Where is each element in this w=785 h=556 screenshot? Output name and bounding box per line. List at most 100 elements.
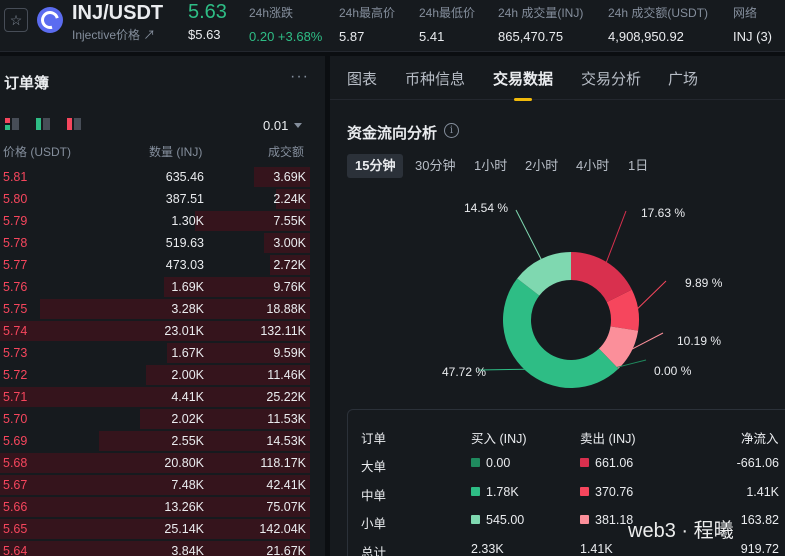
table-header: 净流入 — [741, 432, 779, 446]
chevron-down-icon[interactable] — [294, 123, 302, 128]
precision-select[interactable]: 0.01 — [263, 118, 288, 133]
fund-flow-donut-chart — [477, 209, 667, 389]
stat-label: 24h最高价 — [339, 6, 396, 20]
interval-1d[interactable]: 1日 — [620, 154, 656, 178]
orderbook-title: 订单簿 — [4, 75, 50, 92]
injective-logo-icon — [37, 7, 63, 33]
ask-quantity: 23.01K — [164, 324, 204, 338]
interval-15m[interactable]: 15分钟 — [347, 154, 404, 178]
net-value: 1.41K — [746, 485, 779, 499]
stat-value: 865,470.75 — [498, 29, 564, 44]
orderbook-row[interactable]: 5.79 1.30K 7.55K — [0, 210, 310, 232]
ask-quantity: 3.84K — [171, 544, 204, 556]
slice-label: 10.19 % — [677, 334, 722, 348]
ask-quantity: 1.30K — [171, 214, 204, 228]
orderbook-row[interactable]: 5.68 20.80K 118.17K — [0, 452, 310, 474]
ask-quantity: 7.48K — [171, 478, 204, 492]
stat-24h-change: 24h涨跌 0.20 +3.68% — [249, 4, 322, 44]
ask-total: 11.46K — [267, 368, 306, 382]
ask-price: 5.67 — [3, 478, 28, 492]
sell-value: 370.76 — [580, 485, 633, 499]
interval-4h[interactable]: 4小时 — [568, 154, 617, 178]
sell-value-text: 661.06 — [595, 456, 634, 470]
ask-price: 5.73 — [3, 346, 28, 360]
token-name-link[interactable]: Injective价格 ↗ — [72, 26, 155, 43]
tab-bar: 图表 币种信息 交易数据 交易分析 广场 — [330, 56, 785, 101]
slice-label: 17.63 % — [641, 206, 686, 220]
more-options-icon[interactable]: ··· — [290, 68, 309, 86]
row-label-text: 中单 — [361, 488, 387, 503]
row-label-text: 小单 — [361, 517, 387, 531]
orderbook-row[interactable]: 5.71 4.41K 25.22K — [0, 386, 310, 408]
ask-total: 142.04K — [259, 522, 306, 536]
tab-trade-data[interactable]: 交易数据 — [493, 68, 553, 89]
orderbook-row[interactable]: 5.81 635.46 3.69K — [0, 166, 310, 188]
orderbook-row[interactable]: 5.70 2.02K 11.53K — [0, 408, 310, 430]
orderbook-row[interactable]: 5.69 2.55K 14.53K — [0, 430, 310, 452]
last-price-usd: $5.63 — [188, 27, 221, 42]
orderbook-row[interactable]: 5.64 3.84K 21.67K — [0, 540, 310, 556]
stat-24h-turnover: 24h 成交额(USDT) 4,908,950.92 — [608, 4, 708, 44]
view-asks-icon[interactable] — [67, 118, 81, 130]
orderbook-row[interactable]: 5.66 13.26K 75.07K — [0, 496, 310, 518]
buy-value-text: 1.78K — [486, 484, 519, 499]
orderbook-row[interactable]: 5.67 7.48K 42.41K — [0, 474, 310, 496]
ask-price: 5.68 — [3, 456, 28, 470]
ask-price: 5.69 — [3, 434, 28, 448]
interval-2h[interactable]: 2小时 — [517, 154, 566, 178]
ask-quantity: 20.80K — [164, 456, 204, 470]
orderbook-row[interactable]: 5.76 1.69K 9.76K — [0, 276, 310, 298]
buy-value: 2.33K — [471, 542, 504, 556]
ask-total: 2.24K — [273, 192, 306, 206]
table-header: 买入 (INJ) — [471, 432, 527, 446]
orderbook-row[interactable]: 5.72 2.00K 11.46K — [0, 364, 310, 386]
stat-24h-high: 24h最高价 5.87 — [339, 4, 395, 44]
tab-chart[interactable]: 图表 — [347, 68, 377, 89]
stat-24h-volume: 24h 成交量(INJ) 865,470.75 — [498, 4, 583, 44]
orderbook-row[interactable]: 5.75 3.28K 18.88K — [0, 298, 310, 320]
tab-square[interactable]: 广场 — [668, 68, 698, 89]
tab-coin-info[interactable]: 币种信息 — [405, 68, 465, 89]
buy-value: 0.00 — [471, 456, 510, 470]
net-value: 919.72 — [741, 542, 779, 556]
stat-label: 24h涨跌 — [249, 6, 294, 20]
orderbook-row[interactable]: 5.77 473.03 2.72K — [0, 254, 310, 276]
ask-total: 3.00K — [273, 236, 306, 250]
net-value-text: 919.72 — [740, 541, 779, 556]
tab-trade-analysis[interactable]: 交易分析 — [581, 68, 641, 89]
buy-value-text: 545.00 — [486, 513, 525, 527]
orderbook-panel: 订单簿 ··· 0.01 价格 (USDT) 数量 (INJ) 成交额 5.81… — [0, 56, 325, 556]
orderbook-row[interactable]: 5.74 23.01K 132.11K — [0, 320, 310, 342]
orderbook-row[interactable]: 5.73 1.67K 9.59K — [0, 342, 310, 364]
table-header: 卖出 (INJ) — [580, 432, 636, 446]
sell-value: 381.18 — [580, 513, 633, 527]
row-label-text: 总计 — [361, 545, 387, 556]
ask-price: 5.74 — [3, 324, 28, 338]
interval-1h[interactable]: 1小时 — [466, 154, 515, 178]
orderbook-row[interactable]: 5.78 519.63 3.00K — [0, 232, 310, 254]
ask-price: 5.78 — [3, 236, 28, 250]
ask-quantity: 25.14K — [164, 522, 204, 536]
orderbook-row[interactable]: 5.65 25.14K 142.04K — [0, 518, 310, 540]
view-bids-icon[interactable] — [36, 118, 50, 130]
row-label: 中单 — [361, 485, 386, 504]
stat-network[interactable]: 网络 INJ (3) — [733, 4, 772, 44]
interval-30m[interactable]: 30分钟 — [407, 154, 463, 178]
table-header: 订单 — [361, 432, 387, 446]
pair-title[interactable]: INJ/USDT — [72, 2, 163, 25]
favorite-star-icon[interactable]: ☆ — [4, 8, 28, 32]
stat-value: 5.87 — [339, 29, 365, 44]
slice-label: 0.00 % — [654, 364, 692, 378]
legend-square-icon — [580, 515, 589, 524]
info-icon[interactable]: i — [444, 123, 459, 138]
ask-quantity: 2.55K — [171, 434, 204, 448]
ask-quantity: 4.41K — [171, 390, 204, 404]
ask-quantity: 473.03 — [165, 258, 204, 272]
ask-total: 9.76K — [273, 280, 306, 294]
orderbook-row[interactable]: 5.80 387.51 2.24K — [0, 188, 310, 210]
ask-total: 118.17K — [260, 456, 306, 470]
pie-slice[interactable] — [503, 278, 619, 389]
ask-price: 5.66 — [3, 500, 28, 514]
view-both-icon[interactable] — [5, 118, 19, 130]
legend-square-icon — [580, 486, 589, 496]
